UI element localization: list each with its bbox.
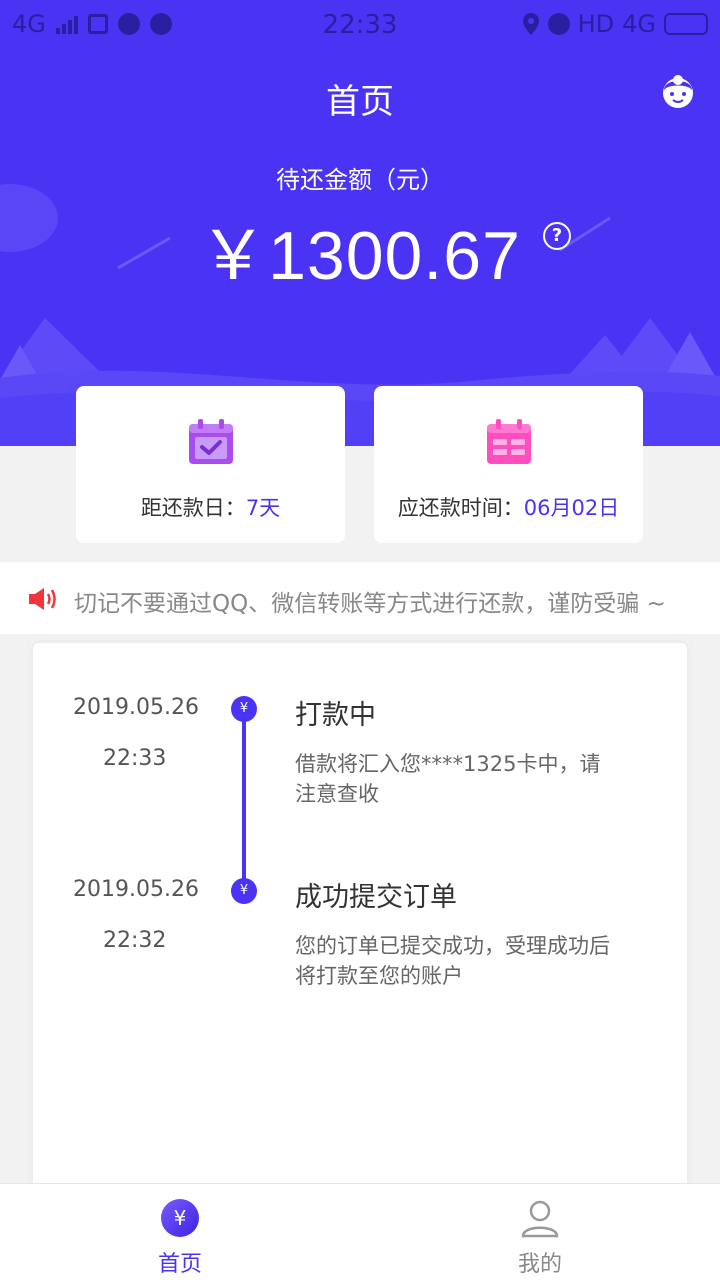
nav-label-me: 我的: [517, 1252, 562, 1277]
status-bar: 4G 22:33 HD 4G: [0, 0, 720, 50]
yen-marker-icon: ¥: [231, 696, 257, 722]
battery-icon: [664, 13, 708, 35]
days-label: 距还款日：: [140, 496, 246, 520]
amount-label: 待还金额（元）: [276, 166, 444, 194]
customer-service-avatar-icon[interactable]: [658, 72, 698, 112]
home-yen-glyph: ¥: [174, 1206, 187, 1230]
timeline-title: 成功提交订单: [295, 882, 457, 913]
due-label: 应还款时间：: [397, 496, 524, 520]
notice-bar: 切记不要通过QQ、微信转账等方式进行还款，谨防受骗 ~: [0, 562, 720, 634]
app-screen: 4G 22:33 HD 4G 首页 待还金额（元） ￥1300.67 ? 距还款…: [0, 0, 720, 1280]
yen-marker-icon: ¥: [231, 878, 257, 904]
timeline-description: 您的订单已提交成功，受理成功后将打款至您的账户: [295, 934, 610, 988]
timeline-date: 2019.05.26: [73, 695, 199, 720]
hd-indicator: HD: [577, 10, 615, 38]
location-icon: [522, 13, 539, 35]
nav-item-home[interactable]: ¥ 首页: [0, 1184, 360, 1280]
header-banner: 4G 22:33 HD 4G 首页 待还金额（元） ￥1300.67 ?: [0, 0, 720, 446]
network-type-right: 4G: [622, 10, 656, 38]
due-date-card: 应还款时间：06月02日: [374, 386, 643, 543]
amount-value: ￥1300.67: [199, 218, 521, 294]
page-title: 首页: [326, 82, 394, 122]
help-icon[interactable]: ?: [543, 222, 571, 250]
alarm-icon: [547, 13, 570, 35]
days-until-repay-card: 距还款日：7天: [76, 386, 345, 543]
calendar-check-icon: [188, 419, 233, 464]
speaker-icon: [29, 588, 56, 610]
timeline-line: [242, 709, 246, 889]
days-until-repay-text: 距还款日：7天: [76, 492, 345, 522]
timeline-time: 22:32: [103, 928, 167, 953]
nav-item-me[interactable]: 我的: [360, 1184, 720, 1280]
timeline-description: 借款将汇入您****1325卡中，请注意查收: [295, 752, 601, 806]
bottom-nav: ¥ 首页 我的: [0, 1183, 720, 1280]
nav-label-home: 首页: [157, 1252, 202, 1277]
order-timeline-panel: 2019.05.26 ¥ 打款中 22:33 借款将汇入您****1325卡中，…: [33, 643, 687, 1203]
notice-text: 切记不要通过QQ、微信转账等方式进行还款，谨防受骗 ~: [74, 591, 666, 617]
timeline-title: 打款中: [295, 700, 376, 731]
timeline-time: 22:33: [103, 746, 167, 771]
status-right: HD 4G: [522, 10, 708, 38]
due-date-text: 应还款时间：06月02日: [374, 492, 643, 522]
home-yen-icon: ¥: [161, 1199, 199, 1237]
calendar-icon: [486, 419, 531, 464]
due-value: 06月02日: [523, 496, 620, 520]
timeline-date: 2019.05.26: [73, 877, 199, 902]
amount-row: ￥1300.67: [0, 200, 720, 299]
user-icon: [521, 1200, 559, 1238]
days-value: 7天: [245, 496, 281, 520]
